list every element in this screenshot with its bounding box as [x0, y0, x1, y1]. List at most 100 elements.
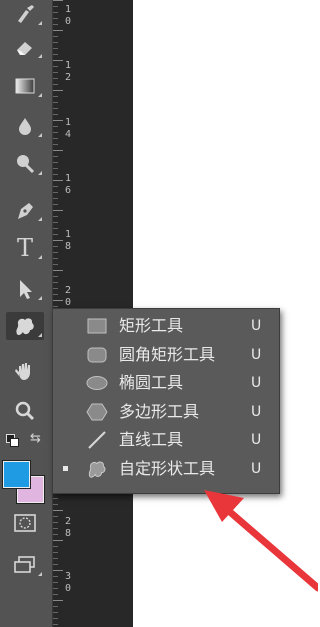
path-selection-tool[interactable] — [6, 275, 44, 303]
ruler-label-digit: 0 — [64, 297, 72, 308]
ruler-tick — [53, 114, 58, 115]
ruler-tick — [53, 618, 58, 619]
shape-tool-flyout-menu: 矩形工具 U 圆角矩形工具 U 椭圆工具 U 多边形工具 U 直线工具 U 自定形状工具 U — [52, 308, 280, 494]
ruler-tick — [53, 228, 58, 229]
annotation-arrow — [204, 490, 318, 592]
quick-mask-button[interactable] — [6, 509, 44, 537]
ruler-tick — [53, 42, 58, 43]
ruler-tick — [53, 162, 58, 163]
gradient-icon — [15, 78, 35, 94]
hand-tool[interactable] — [6, 357, 44, 385]
ruler-tick — [53, 18, 58, 19]
ruler-tick — [53, 528, 58, 529]
ruler-tick — [53, 570, 63, 571]
zoom-icon — [15, 401, 35, 421]
flyout-item-ellipse[interactable]: 椭圆工具 U — [53, 369, 279, 397]
ruler-tick — [53, 108, 58, 109]
flyout-item-shortcut: U — [251, 375, 262, 391]
ruler-tick — [53, 612, 58, 613]
ruler-tick — [53, 546, 58, 547]
ruler-tick — [53, 96, 58, 97]
ruler-label-digit: 8 — [64, 528, 72, 539]
flyout-item-label: 多边形工具 — [119, 401, 200, 421]
ruler-tick — [53, 270, 63, 271]
ruler-tick — [53, 78, 58, 79]
ruler-tick — [53, 102, 58, 103]
custom-shape-icon — [16, 318, 34, 336]
flyout-item-shortcut: U — [251, 403, 262, 420]
dodge-tool[interactable] — [6, 150, 44, 178]
blur-tool[interactable] — [6, 112, 44, 140]
selected-indicator-icon — [63, 465, 68, 471]
ruler-tick — [53, 66, 58, 67]
flyout-item-shortcut: U — [251, 346, 262, 363]
ruler-tick — [53, 138, 58, 139]
flyout-item-line[interactable]: 直线工具 U — [53, 426, 279, 454]
zoom-tool[interactable] — [6, 397, 44, 425]
custom-shape-tool[interactable] — [6, 312, 44, 340]
ruler-tick — [53, 84, 58, 85]
ruler-tick — [53, 282, 58, 283]
foreground-color-swatch[interactable] — [3, 461, 30, 488]
screen-mode-button[interactable] — [6, 551, 44, 579]
brush-tool[interactable] — [6, 0, 44, 28]
ruler-tick — [53, 234, 58, 235]
rectangle-icon — [85, 317, 109, 335]
rounded-rectangle-icon — [85, 346, 109, 364]
ruler-tick — [53, 90, 63, 91]
ruler-tick — [53, 294, 58, 295]
ruler-tick — [53, 624, 58, 625]
ruler-tick — [53, 174, 58, 175]
ruler-tick — [53, 564, 58, 565]
ruler-tick — [53, 258, 58, 259]
ruler-tick — [53, 48, 58, 49]
flyout-item-label: 直线工具 — [119, 430, 184, 449]
swap-colors-icon[interactable]: ⇆ — [30, 432, 41, 446]
quick-mask-icon — [14, 514, 36, 532]
ruler-label-digit: 1 — [64, 173, 72, 184]
ruler-tick — [53, 210, 63, 211]
ruler-tick — [53, 126, 58, 127]
ruler-tick — [53, 576, 58, 577]
flyout-item-shortcut: U — [251, 432, 262, 448]
gradient-tool[interactable] — [6, 72, 44, 100]
ruler-tick — [53, 30, 63, 31]
ruler-label-digit: 0 — [64, 583, 72, 594]
ruler-tick — [53, 54, 58, 55]
ruler-tick — [53, 606, 58, 607]
line-icon — [85, 431, 109, 449]
ruler-label-digit: 1 — [64, 4, 72, 15]
eraser-tool[interactable] — [6, 33, 44, 61]
flyout-item-polygon[interactable]: 多边形工具 U — [53, 398, 279, 426]
ruler-tick — [53, 36, 58, 37]
ruler-tick — [53, 168, 58, 169]
ruler-tick — [53, 180, 63, 181]
flyout-item-rectangle[interactable]: 矩形工具 U — [53, 312, 279, 340]
ruler-tick — [53, 60, 63, 61]
ruler-label-digit: 2 — [64, 285, 72, 296]
type-tool[interactable]: T — [6, 234, 44, 262]
ruler-tick — [53, 516, 58, 517]
ruler-tick — [53, 198, 58, 199]
ruler-label-digit: 1 — [64, 60, 72, 71]
ruler-tick — [53, 600, 63, 601]
ruler-tick — [53, 216, 58, 217]
ruler-label-digit: 1 — [64, 229, 72, 240]
ruler-tick — [53, 300, 63, 301]
pen-tool[interactable] — [6, 196, 44, 224]
hand-icon — [15, 363, 30, 380]
ruler-label-digit: 1 — [64, 117, 72, 128]
ruler-tick — [53, 594, 58, 595]
ruler-tick — [53, 222, 58, 223]
ruler-tick — [53, 504, 58, 505]
ruler-label-digit: 2 — [64, 72, 72, 83]
flyout-item-label: 矩形工具 — [119, 316, 184, 335]
ruler-label-digit: 2 — [64, 516, 72, 527]
ruler-tick — [53, 12, 58, 13]
ruler-tick — [53, 72, 58, 73]
brush-icon — [18, 5, 34, 23]
ruler-tick — [53, 264, 58, 265]
ruler-tick — [53, 186, 58, 187]
default-colors-icon[interactable] — [6, 434, 19, 447]
flyout-item-rounded-rectangle[interactable]: 圆角矩形工具 U — [53, 341, 279, 369]
